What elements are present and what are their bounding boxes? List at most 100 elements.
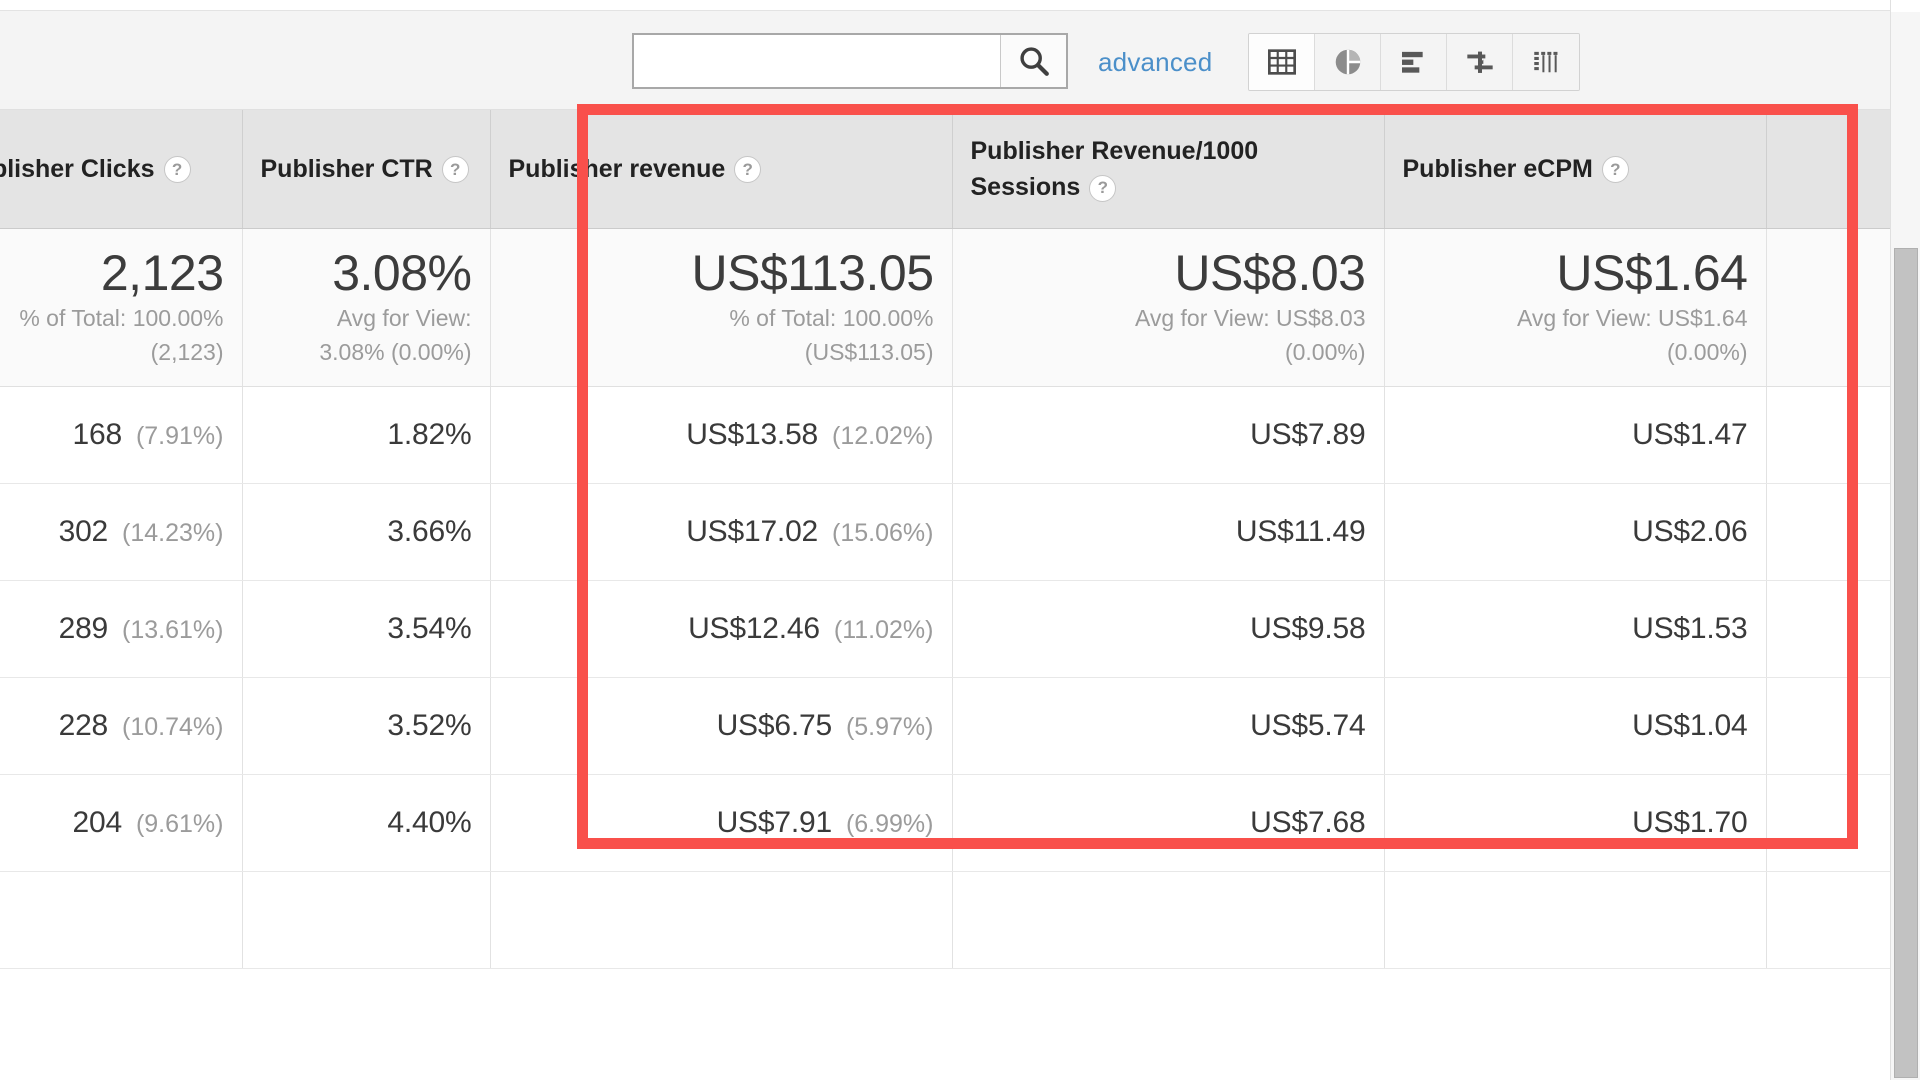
cell-value: 4.40% bbox=[387, 805, 472, 839]
help-icon[interactable]: ? bbox=[1089, 174, 1117, 202]
cell-value: US$2.06 bbox=[1632, 514, 1748, 548]
column-header-publisher-revenue-per-1000-sessions[interactable]: Publisher Revenue/1000 Sessions? bbox=[952, 110, 1385, 229]
column-header-publisher-clicks[interactable]: Publisher Clicks? bbox=[0, 110, 243, 229]
cell-publisher-revenue: US$12.46 (11.02%) bbox=[490, 580, 953, 678]
cell-publisher-ctr: 3.54% bbox=[242, 580, 491, 678]
report-screen: advanced lisher Clicks ? Publisher CTR ?… bbox=[0, 0, 1920, 1080]
column-header-publisher-ctr[interactable]: Publisher CTR? bbox=[242, 110, 491, 229]
cell-overflow bbox=[1766, 871, 1890, 969]
view-button-performance-view[interactable] bbox=[1381, 34, 1448, 90]
summary-cell-publisher-ecpm: US$1.64 Avg for View: US$1.64 (0.00%) bbox=[1384, 228, 1767, 387]
cell-publisher-revenue-per-1000-sessions: US$9.58 bbox=[952, 580, 1385, 678]
column-header-publisher-revenue[interactable]: Publisher revenue? bbox=[490, 110, 953, 229]
table-row[interactable] bbox=[0, 871, 1890, 969]
search-box[interactable] bbox=[632, 33, 1068, 89]
cell-publisher-revenue-per-1000-sessions bbox=[952, 871, 1385, 969]
column-label: Publisher revenue bbox=[508, 154, 726, 183]
summary-subtext-1: % of Total: 100.00% bbox=[19, 304, 224, 331]
cell-overflow bbox=[1766, 580, 1890, 678]
table-row[interactable]: 204 (9.61%) 4.40% US$7.91 (6.99%) US$7.68 … bbox=[0, 774, 1890, 872]
cell-value: US$1.04 bbox=[1632, 708, 1748, 742]
cell-publisher-clicks: 302 (14.23%) bbox=[0, 483, 243, 581]
cell-overflow bbox=[1766, 677, 1890, 775]
summary-value: 3.08% bbox=[332, 244, 472, 301]
table-row[interactable]: 302 (14.23%) 3.66% US$17.02 (15.06%) US$11… bbox=[0, 483, 1890, 581]
cell-publisher-ctr: 3.52% bbox=[242, 677, 491, 775]
cell-publisher-ctr bbox=[242, 871, 491, 969]
cell-value: US$12.46 bbox=[688, 611, 820, 645]
cell-publisher-clicks: 204 (9.61%) bbox=[0, 774, 243, 872]
cell-value: 228 bbox=[58, 708, 109, 742]
summary-row: 2,123 % of Total: 100.00% (2,123) 3.08% … bbox=[0, 228, 1890, 387]
summary-subtext-2: 3.08% (0.00%) bbox=[319, 339, 472, 365]
report-table-container: Publisher Clicks? Publisher CTR? Publish… bbox=[0, 110, 1890, 1080]
summary-value: 2,123 bbox=[100, 244, 224, 301]
page-scrollbar[interactable] bbox=[1890, 0, 1920, 1080]
search-button[interactable] bbox=[1000, 35, 1066, 87]
horizontal-bar-icon bbox=[1398, 46, 1430, 78]
term-cloud-icon bbox=[1530, 46, 1562, 78]
cell-publisher-revenue: US$13.58 (12.02%) bbox=[490, 386, 953, 484]
cell-publisher-revenue-per-1000-sessions: US$11.49 bbox=[952, 483, 1385, 581]
summary-subtext-1: Avg for View: US$1.64 bbox=[1516, 304, 1748, 331]
cell-publisher-revenue-per-1000-sessions: US$5.74 bbox=[952, 677, 1385, 775]
cell-publisher-ecpm bbox=[1384, 871, 1767, 969]
cell-value: US$11.49 bbox=[1235, 514, 1366, 548]
cell-publisher-revenue-per-1000-sessions: US$7.68 bbox=[952, 774, 1385, 872]
cell-publisher-ctr: 1.82% bbox=[242, 386, 491, 484]
cell-percent: (7.91%) bbox=[135, 421, 224, 450]
cell-publisher-ecpm: US$2.06 bbox=[1384, 483, 1767, 581]
header-row: Publisher Clicks? Publisher CTR? Publish… bbox=[0, 110, 1890, 229]
scrollbar-thumb[interactable] bbox=[1894, 248, 1918, 1078]
cell-value: US$17.02 bbox=[686, 514, 819, 548]
summary-cell-publisher-revenue: US$113.05 % of Total: 100.00% (US$113.05… bbox=[490, 228, 953, 387]
help-icon[interactable]: ? bbox=[1601, 156, 1629, 184]
view-button-pivot-view[interactable] bbox=[1513, 34, 1580, 90]
view-button-table-view[interactable] bbox=[1249, 34, 1316, 90]
cell-publisher-clicks: 289 (13.61%) bbox=[0, 580, 243, 678]
cell-percent: (11.02%) bbox=[833, 615, 934, 644]
table-row[interactable]: 289 (13.61%) 3.54% US$12.46 (11.02%) US$9.… bbox=[0, 580, 1890, 678]
cell-percent: (10.74%) bbox=[122, 712, 224, 741]
search-input[interactable] bbox=[634, 35, 1000, 87]
advanced-search-link[interactable]: advanced bbox=[1098, 47, 1212, 78]
cell-value: US$7.91 bbox=[716, 805, 833, 839]
cell-publisher-revenue: US$6.75 (5.97%) bbox=[490, 677, 953, 775]
cell-value: US$1.47 bbox=[1632, 417, 1748, 451]
summary-cell-publisher-ctr: 3.08% Avg for View: 3.08% (0.00%) bbox=[242, 228, 491, 387]
cell-percent: (13.61%) bbox=[122, 615, 224, 644]
cell-value: US$7.68 bbox=[1250, 805, 1366, 839]
cell-percent: (5.97%) bbox=[845, 712, 934, 741]
cell-publisher-ctr: 3.66% bbox=[242, 483, 491, 581]
cell-value: 302 bbox=[58, 514, 109, 548]
view-button-comparison-view[interactable] bbox=[1447, 34, 1514, 90]
cell-value: 168 bbox=[72, 417, 122, 451]
summary-subtext-1: % of Total: 100.00% bbox=[729, 304, 934, 331]
column-label: Publisher eCPM bbox=[1402, 154, 1593, 183]
help-icon[interactable]: ? bbox=[441, 156, 469, 184]
search-icon bbox=[1017, 44, 1051, 78]
table-grid-icon bbox=[1266, 46, 1298, 78]
summary-subtext-1: Avg for View: bbox=[336, 304, 472, 331]
summary-cell-publisher-revenue-per-1000-sessions: US$8.03 Avg for View: US$8.03 (0.00%) bbox=[952, 228, 1385, 387]
summary-subtext-2: (0.00%) bbox=[1284, 339, 1366, 365]
table-row[interactable]: 168 (7.91%) 1.82% US$13.58 (12.02%) US$7.8… bbox=[0, 386, 1890, 484]
scrollbar-top-gap bbox=[1891, 0, 1920, 12]
summary-subtext-2: (2,123) bbox=[150, 339, 224, 365]
cell-publisher-clicks: 228 (10.74%) bbox=[0, 677, 243, 775]
view-button-percentage-view[interactable] bbox=[1315, 34, 1382, 90]
report-table: Publisher Clicks? Publisher CTR? Publish… bbox=[0, 110, 1890, 969]
view-type-switcher[interactable] bbox=[1248, 33, 1581, 91]
cell-publisher-ecpm: US$1.04 bbox=[1384, 677, 1767, 775]
help-icon[interactable]: ? bbox=[163, 156, 191, 184]
pie-chart-icon bbox=[1332, 46, 1364, 78]
table-body: 2,123 % of Total: 100.00% (2,123) 3.08% … bbox=[0, 228, 1890, 969]
table-row[interactable]: 228 (10.74%) 3.52% US$6.75 (5.97%) US$5.74… bbox=[0, 677, 1890, 775]
cell-publisher-clicks bbox=[0, 871, 243, 969]
help-icon[interactable]: ? bbox=[734, 156, 762, 184]
summary-value: US$1.64 bbox=[1556, 244, 1748, 301]
cell-value: US$9.58 bbox=[1250, 611, 1366, 645]
column-header-publisher-ecpm[interactable]: Publisher eCPM? bbox=[1384, 110, 1767, 229]
cell-value: 1.82% bbox=[387, 417, 472, 451]
cell-publisher-revenue: US$17.02 (15.06%) bbox=[490, 483, 953, 581]
